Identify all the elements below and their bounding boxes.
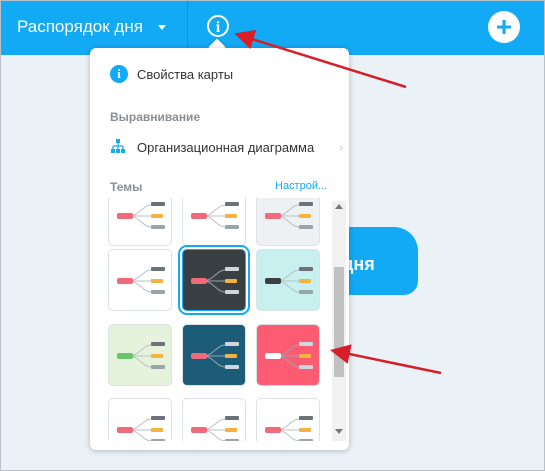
theme-thumbnail[interactable] — [108, 198, 172, 246]
info-icon: i — [110, 65, 128, 83]
map-title[interactable]: Распорядок дня — [17, 17, 143, 37]
theme-thumbnail[interactable] — [108, 249, 172, 311]
chevron-down-icon[interactable] — [158, 25, 166, 30]
theme-thumbnail[interactable] — [256, 198, 320, 246]
theme-thumbnail[interactable] — [182, 198, 246, 246]
top-bar: Распорядок дня i + — [1, 1, 544, 55]
scrollbar-thumb[interactable] — [334, 267, 344, 377]
theme-thumbnail[interactable] — [256, 249, 320, 311]
scroll-down-icon[interactable] — [335, 429, 343, 434]
scroll-up-icon[interactable] — [335, 204, 343, 209]
org-chart-layout-option[interactable]: Организационная диаграмма — [137, 140, 314, 155]
theme-thumbnail[interactable] — [182, 324, 246, 386]
theme-thumbnail[interactable] — [108, 398, 172, 441]
toolbar-divider — [187, 1, 188, 55]
theme-thumbnail[interactable] — [256, 398, 320, 441]
themes-grid — [103, 198, 329, 441]
map-properties-item[interactable]: Свойства карты — [137, 67, 233, 82]
customize-link[interactable]: Настрой... — [275, 180, 327, 192]
annotation-arrow — [330, 344, 442, 375]
theme-thumbnail[interactable] — [182, 398, 246, 441]
theme-thumbnail[interactable] — [256, 324, 320, 386]
chevron-right-icon: › — [339, 140, 344, 155]
themes-section-title: Темы — [110, 180, 143, 194]
add-button[interactable]: + — [488, 11, 520, 43]
theme-thumbnail[interactable] — [182, 249, 246, 311]
alignment-section-title: Выравнивание — [110, 110, 201, 124]
org-chart-icon — [111, 139, 125, 153]
theme-thumbnail[interactable] — [108, 324, 172, 386]
app-window: Распорядок дня i + дня i Свойства карты … — [0, 0, 545, 471]
info-icon[interactable]: i — [207, 15, 229, 37]
